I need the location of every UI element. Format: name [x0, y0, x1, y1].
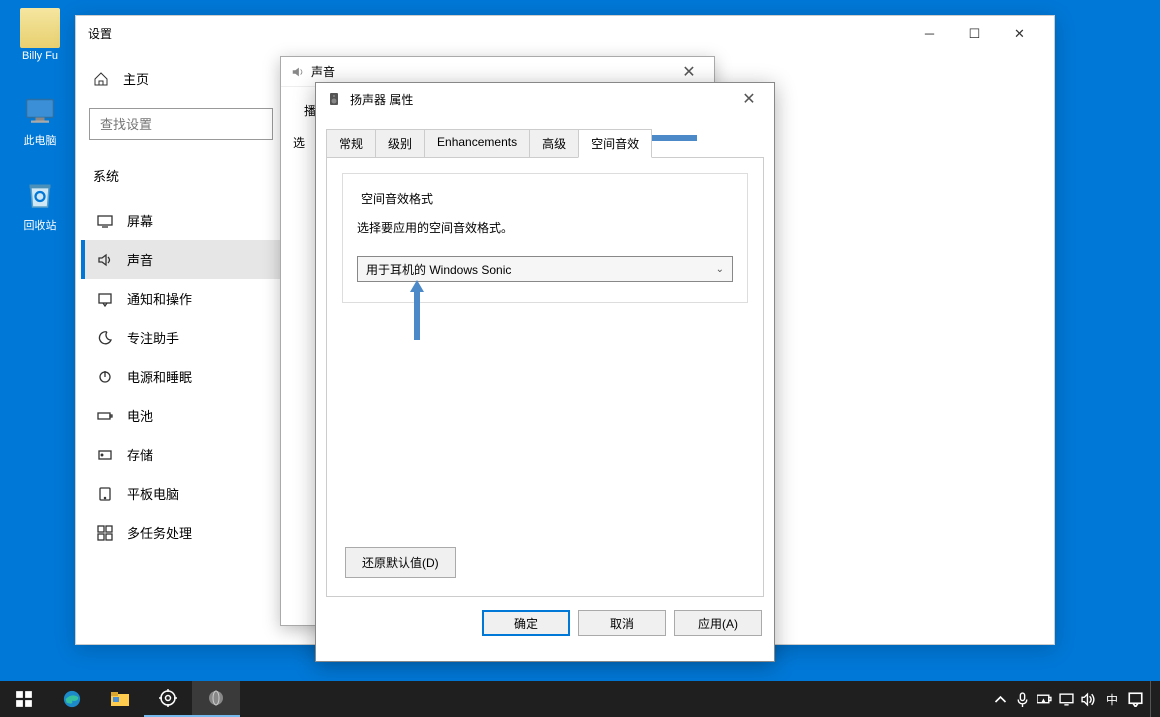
speaker-dialog-tabs: 常规 级别 Enhancements 高级 空间音效 [316, 115, 774, 158]
edge-icon [63, 690, 81, 708]
home-icon [93, 71, 109, 87]
gear-icon [159, 689, 177, 707]
desktop-icon-user[interactable]: Billy Fu [10, 8, 70, 62]
taskbar: 中 [0, 681, 1160, 717]
windows-icon [15, 690, 33, 708]
tray-volume-icon[interactable] [1078, 681, 1100, 717]
taskbar-app[interactable] [192, 681, 240, 717]
dialog-button-row: 确定 取消 应用(A) [316, 598, 774, 648]
sound-icon [97, 252, 113, 268]
sidebar-item-storage[interactable]: 存储 [81, 435, 281, 474]
sidebar-item-focus-assist[interactable]: 专注助手 [81, 318, 281, 357]
sidebar-home[interactable]: 主页 [81, 61, 281, 96]
sidebar-item-multitasking[interactable]: 多任务处理 [81, 513, 281, 552]
ok-button[interactable]: 确定 [482, 610, 570, 636]
sidebar-section-header: 系统 [81, 158, 281, 193]
desktop-icon-label: Billy Fu [10, 50, 70, 62]
speaker-dialog-content: 空间音效格式 选择要应用的空间音效格式。 用于耳机的 Windows Sonic… [326, 157, 764, 597]
tray-microphone-icon[interactable] [1012, 681, 1034, 717]
power-icon [97, 369, 113, 385]
close-button[interactable]: ✕ [674, 62, 704, 82]
sidebar-item-label: 存储 [127, 445, 153, 464]
combo-value: 用于耳机的 Windows Sonic [366, 261, 511, 278]
tray-chevron-up[interactable] [990, 681, 1012, 717]
start-button[interactable] [0, 681, 48, 717]
speaker-dialog-titlebar[interactable]: 扬声器 属性 ✕ [316, 83, 774, 115]
settings-titlebar[interactable]: 设置 ─ ☐ ✕ [76, 16, 1054, 51]
cancel-button[interactable]: 取消 [578, 610, 666, 636]
speaker-dialog-title: 扬声器 属性 [350, 91, 413, 108]
restore-defaults-button[interactable]: 还原默认值(D) [345, 547, 456, 578]
desktop-icon-label: 回收站 [10, 217, 70, 233]
show-desktop-button[interactable] [1150, 681, 1156, 717]
desktop-icon-label: 此电脑 [10, 132, 70, 148]
sidebar-item-notifications[interactable]: 通知和操作 [81, 279, 281, 318]
chevron-down-icon: ⌄ [716, 264, 724, 275]
display-icon [97, 213, 113, 229]
close-button[interactable]: ✕ [734, 89, 764, 109]
globe-icon [207, 689, 225, 707]
close-button[interactable]: ✕ [997, 19, 1042, 49]
sidebar-item-label: 电源和睡眠 [127, 367, 192, 386]
sidebar-item-display[interactable]: 屏幕 [81, 201, 281, 240]
sidebar-item-power[interactable]: 电源和睡眠 [81, 357, 281, 396]
recycle-bin-icon [20, 175, 60, 215]
spatial-sound-format-combo[interactable]: 用于耳机的 Windows Sonic ⌄ [357, 256, 733, 282]
tab-levels[interactable]: 级别 [375, 129, 425, 158]
notification-icon [97, 291, 113, 307]
sidebar-item-tablet[interactable]: 平板电脑 [81, 474, 281, 513]
folder-icon [20, 8, 60, 48]
sidebar-item-label: 通知和操作 [127, 289, 192, 308]
taskbar-file-explorer[interactable] [96, 681, 144, 717]
sidebar-item-label: 电池 [127, 406, 153, 425]
moon-icon [97, 330, 113, 346]
minimize-button[interactable]: ─ [907, 19, 952, 49]
folder-icon [111, 690, 129, 708]
sidebar-search[interactable] [89, 108, 273, 140]
battery-icon [97, 408, 113, 424]
system-tray: 中 [990, 681, 1160, 717]
tab-enhancements[interactable]: Enhancements [424, 129, 530, 158]
sound-dialog-title: 声音 [311, 63, 335, 80]
maximize-button[interactable]: ☐ [952, 19, 997, 49]
desktop-icon-this-pc[interactable]: 此电脑 [10, 90, 70, 148]
sidebar-item-label: 多任务处理 [127, 523, 192, 542]
apply-button[interactable]: 应用(A) [674, 610, 762, 636]
speaker-icon [326, 91, 342, 107]
sidebar-item-label: 平板电脑 [127, 484, 179, 503]
annotation-arrow-2 [407, 280, 427, 340]
search-input[interactable] [89, 108, 273, 140]
taskbar-edge[interactable] [48, 681, 96, 717]
sidebar-item-label: 屏幕 [127, 211, 153, 230]
speaker-properties-dialog: 扬声器 属性 ✕ 常规 级别 Enhancements 高级 空间音效 空间音效… [315, 82, 775, 662]
settings-title: 设置 [88, 25, 112, 42]
fieldset-legend: 空间音效格式 [357, 190, 437, 207]
settings-sidebar: 主页 系统 屏幕 声音 通知和操作 专注助手 [76, 51, 286, 644]
sidebar-item-label: 专注助手 [127, 328, 179, 347]
tray-ime-indicator[interactable]: 中 [1100, 691, 1124, 708]
spatial-sound-fieldset: 空间音效格式 选择要应用的空间音效格式。 用于耳机的 Windows Sonic… [342, 173, 748, 303]
sidebar-home-label: 主页 [123, 69, 149, 88]
fieldset-description: 选择要应用的空间音效格式。 [357, 219, 733, 236]
multitask-icon [97, 525, 113, 541]
storage-icon [97, 447, 113, 463]
tab-general[interactable]: 常规 [326, 129, 376, 158]
sidebar-item-label: 声音 [127, 250, 153, 269]
sidebar-item-sound[interactable]: 声音 [81, 240, 281, 279]
tab-spatial-sound[interactable]: 空间音效 [578, 129, 652, 158]
tray-monitor-icon[interactable] [1056, 681, 1078, 717]
tab-advanced[interactable]: 高级 [529, 129, 579, 158]
pc-icon [20, 90, 60, 130]
sound-icon [291, 65, 305, 79]
tray-notifications-icon[interactable] [1124, 681, 1146, 717]
tray-battery-icon[interactable] [1034, 681, 1056, 717]
sidebar-item-battery[interactable]: 电池 [81, 396, 281, 435]
desktop-icon-recycle-bin[interactable]: 回收站 [10, 175, 70, 233]
tablet-icon [97, 486, 113, 502]
taskbar-settings[interactable] [144, 681, 192, 717]
